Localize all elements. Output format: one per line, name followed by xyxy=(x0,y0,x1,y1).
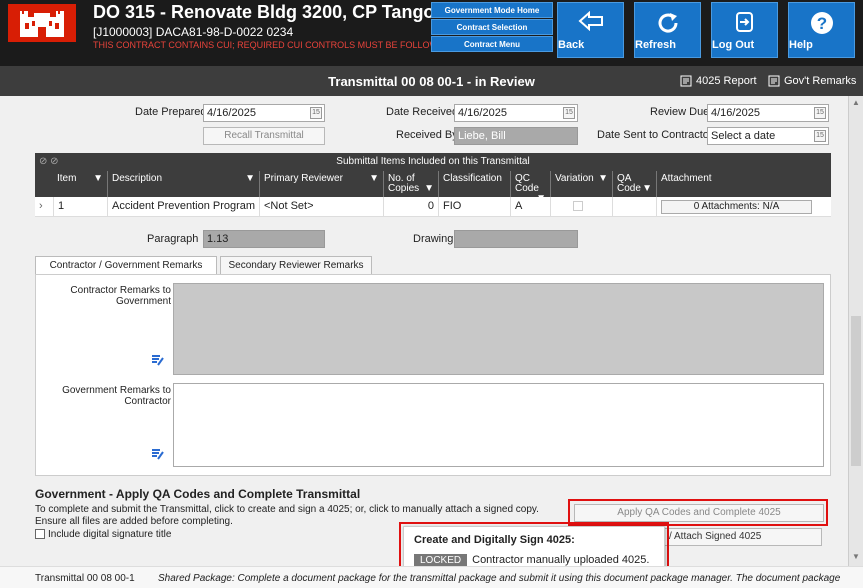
col-copies[interactable]: No. of Copies ▼ xyxy=(383,171,438,197)
contractor-remarks-textarea xyxy=(173,283,824,375)
row-expander-icon[interactable]: › xyxy=(35,197,53,217)
vertical-scrollbar[interactable]: ▲ ▼ xyxy=(848,96,863,566)
remarks-panel: Contractor Remarks to Government Governm… xyxy=(35,274,831,476)
back-button[interactable]: Back xyxy=(557,2,624,58)
calendar-icon[interactable]: 15 xyxy=(310,107,322,119)
government-mode-home-button[interactable]: Government Mode Home xyxy=(431,2,553,18)
government-remarks-label: Government Remarks to Contractor xyxy=(62,385,171,407)
scroll-down-icon[interactable]: ▼ xyxy=(852,552,860,561)
col-qc-code[interactable]: QC Code ▼ xyxy=(510,171,550,204)
status-footer: Transmittal 00 08 00-1 Shared Package: C… xyxy=(0,566,863,588)
spellcheck-icon[interactable] xyxy=(151,447,164,460)
col-item[interactable]: Item ▼ xyxy=(53,171,107,197)
review-due-label: Review Due xyxy=(650,106,710,118)
date-received-field[interactable]: 4/16/2025 15 xyxy=(454,104,578,122)
variation-checkbox[interactable] xyxy=(573,201,583,212)
transmittal-form: Date Prepared 4/16/2025 15 Date Received… xyxy=(0,96,848,566)
attachments-button[interactable]: 0 Attachments: N/A xyxy=(661,200,812,214)
grid-column-headers: Item ▼ Description ▼ Primary Reviewer ▼ … xyxy=(35,171,831,204)
qa-instructions-2: Ensure all files are added before comple… xyxy=(35,516,233,527)
tab-contractor-government-remarks[interactable]: Contractor / Government Remarks xyxy=(35,256,217,275)
cell-qc-code: A xyxy=(510,197,550,217)
received-by-field: Liebe, Bill xyxy=(454,127,578,145)
cell-copies: 0 xyxy=(383,197,438,217)
date-received-label: Date Received xyxy=(386,106,459,118)
digital-signature-checkbox[interactable] xyxy=(35,529,45,540)
filter-icon: ▼ xyxy=(424,183,434,194)
col-description[interactable]: Description ▼ xyxy=(107,171,259,197)
scroll-thumb[interactable] xyxy=(851,316,861,466)
col-qa-code[interactable]: QA Code ▼ xyxy=(612,171,656,197)
paragraph-field: 1.13 xyxy=(203,230,325,248)
government-remarks-textarea[interactable] xyxy=(173,383,824,467)
expand-icon[interactable]: ⊘ ⊘ xyxy=(39,153,59,171)
tab-secondary-reviewer-remarks[interactable]: Secondary Reviewer Remarks xyxy=(220,256,372,275)
filter-icon: ▼ xyxy=(245,173,255,184)
attach-signed-4025-button[interactable]: / Attach Signed 4025 xyxy=(660,528,822,546)
report-icon xyxy=(680,75,692,87)
received-by-label: Received By xyxy=(396,129,458,141)
cell-classification: FIO xyxy=(438,197,510,217)
svg-text:?: ? xyxy=(816,14,826,33)
back-arrow-icon xyxy=(558,3,623,39)
cell-item: 1 xyxy=(53,197,107,217)
filter-icon: ▼ xyxy=(598,173,608,184)
date-sent-label: Date Sent to Contractor xyxy=(597,129,713,141)
cui-notice: THIS CONTRACT CONTAINS CUI; REQUIRED CUI… xyxy=(93,40,454,50)
footer-transmittal-id: Transmittal 00 08 00-1 xyxy=(35,573,135,584)
contract-selection-button[interactable]: Contract Selection xyxy=(431,19,553,35)
filter-icon: ▼ xyxy=(642,183,652,194)
spellcheck-icon[interactable] xyxy=(151,353,164,366)
col-classification[interactable]: Classification xyxy=(438,171,510,197)
qa-instructions-1: To complete and submit the Transmittal, … xyxy=(35,504,539,515)
qa-section-title: Government - Apply QA Codes and Complete… xyxy=(35,487,361,501)
date-prepared-field[interactable]: 4/16/2025 15 xyxy=(203,104,325,122)
calendar-icon[interactable]: 15 xyxy=(814,130,826,142)
refresh-icon xyxy=(635,3,700,39)
apply-qa-codes-button[interactable]: Apply QA Codes and Complete 4025 xyxy=(574,504,824,522)
logout-button[interactable]: Log Out xyxy=(711,2,778,58)
cell-description: Accident Prevention Program xyxy=(107,197,259,217)
cell-reviewer[interactable]: <Not Set> xyxy=(259,197,383,217)
castle-icon xyxy=(20,11,64,37)
scroll-up-icon[interactable]: ▲ xyxy=(852,98,860,107)
calendar-icon[interactable]: 15 xyxy=(563,107,575,119)
drawing-field xyxy=(454,230,578,248)
contract-menu-button[interactable]: Contract Menu xyxy=(431,36,553,52)
col-primary-reviewer[interactable]: Primary Reviewer ▼ xyxy=(259,171,383,197)
filter-icon: ▼ xyxy=(93,173,103,184)
govt-remarks-link[interactable]: Gov't Remarks xyxy=(768,75,856,87)
help-icon: ? xyxy=(789,3,854,39)
contract-title: DO 315 - Renovate Bldg 3200, CP Tango xyxy=(93,2,435,22)
app-header: DO 315 - Renovate Bldg 3200, CP Tango [J… xyxy=(0,0,863,66)
page-title-bar: Transmittal 00 08 00-1 - in Review 4025 … xyxy=(0,66,863,96)
drawing-label: Drawing xyxy=(413,233,454,245)
contractor-remarks-label: Contractor Remarks to Government xyxy=(70,285,171,307)
footer-package-text: Shared Package: Complete a document pack… xyxy=(158,573,841,584)
cell-variation[interactable] xyxy=(550,197,612,217)
recall-transmittal-button[interactable]: Recall Transmittal xyxy=(203,127,325,145)
review-due-field[interactable]: 4/16/2025 15 xyxy=(707,104,829,122)
digital-signature-checkbox-row[interactable]: Include digital signature title xyxy=(35,529,171,540)
remarks-icon xyxy=(768,75,780,87)
cell-attachment[interactable]: 0 Attachments: N/A xyxy=(656,197,816,217)
cell-qa-code[interactable] xyxy=(612,197,656,217)
date-prepared-label: Date Prepared xyxy=(135,106,207,118)
table-row[interactable]: › 1 Accident Prevention Program <Not Set… xyxy=(35,197,831,217)
popup-title: Create and Digitally Sign 4025: xyxy=(414,534,575,546)
paragraph-label: Paragraph xyxy=(147,233,199,245)
usace-castle-logo xyxy=(8,4,76,42)
calendar-icon[interactable]: 15 xyxy=(814,107,826,119)
logout-icon xyxy=(712,3,777,39)
refresh-button[interactable]: Refresh xyxy=(634,2,701,58)
submittal-items-header: Submittal Items Included on this Transmi… xyxy=(35,153,831,171)
filter-icon: ▼ xyxy=(369,173,379,184)
col-variation[interactable]: Variation ▼ xyxy=(550,171,612,197)
nav-stack: Government Mode Home Contract Selection … xyxy=(431,2,553,53)
col-attachment[interactable]: Attachment xyxy=(656,171,816,197)
help-button[interactable]: ? Help xyxy=(788,2,855,58)
contract-number: [J1000003] DACA81-98-D-0022 0234 xyxy=(93,25,294,39)
date-sent-field[interactable]: Select a date 15 xyxy=(707,127,829,145)
4025-report-link[interactable]: 4025 Report xyxy=(680,75,757,87)
